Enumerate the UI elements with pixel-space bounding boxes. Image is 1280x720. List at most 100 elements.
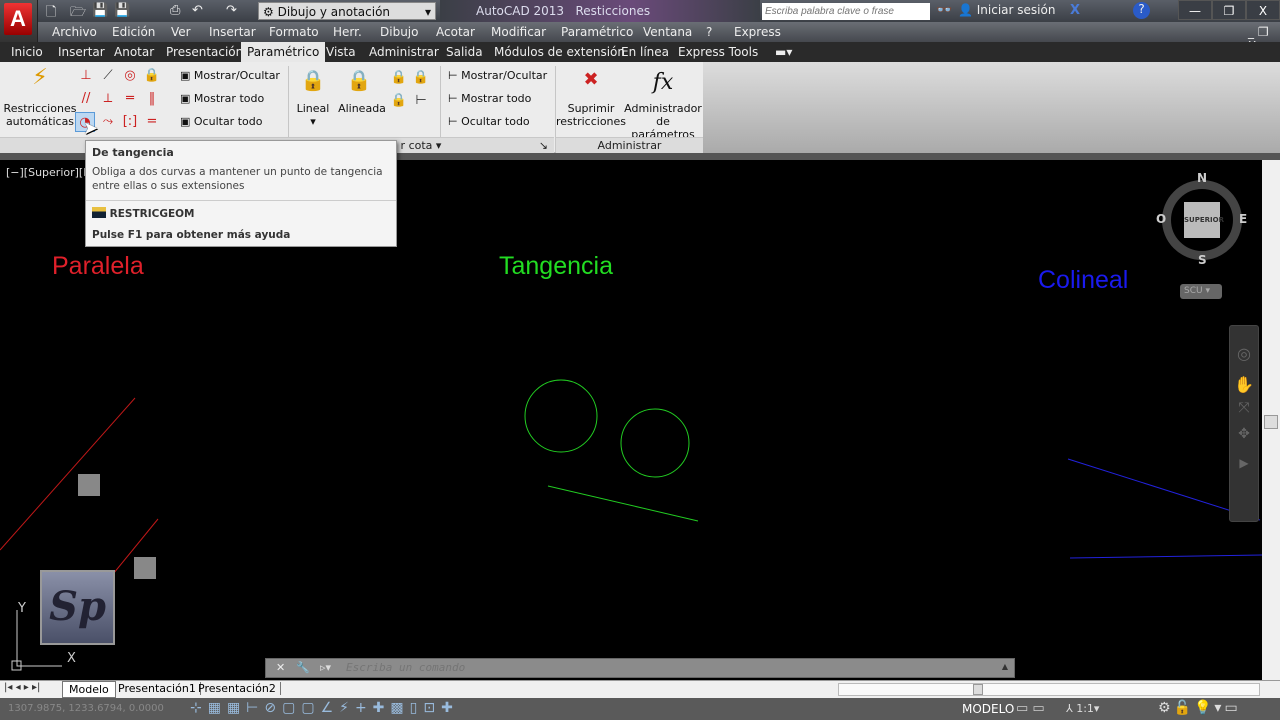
menu-edicion[interactable]: Edición	[112, 25, 155, 39]
aligned-dim-button[interactable]: Alineada	[338, 102, 386, 115]
concentric-icon[interactable]: ◎	[120, 66, 140, 86]
tab-modulos[interactable]: Módulos de extensión	[494, 45, 625, 59]
ucs-menu-button[interactable]: SCU ▾	[1180, 284, 1222, 299]
sign-in-button[interactable]: 👤 Iniciar sesión	[958, 3, 1055, 17]
wrench-icon[interactable]: 🔧	[296, 661, 310, 674]
parallel-constraint-icon[interactable]	[134, 557, 156, 579]
smooth-icon[interactable]: ⤳	[98, 112, 118, 132]
tab-administrar[interactable]: Administrar	[369, 45, 439, 59]
menu-archivo[interactable]: Archivo	[52, 25, 97, 39]
drafting-toggles[interactable]: ⊹▦▦⊢⊘▢▢∠⚡+✚▩▯⊡✚	[190, 700, 459, 716]
menu-herr[interactable]: Herr.	[333, 25, 362, 39]
compass-o[interactable]: O	[1156, 212, 1166, 226]
geo-show-hide-button[interactable]: ▣ Mostrar/Ocultar	[180, 69, 280, 82]
tab-en-linea[interactable]: En línea	[621, 45, 669, 59]
parallel-icon[interactable]: //	[76, 89, 96, 109]
dim-show-all-button[interactable]: ⊢ Mostrar todo	[448, 92, 531, 105]
angular-dim-icon[interactable]: 🔒	[389, 91, 409, 111]
orbit-icon[interactable]: ✥	[1230, 426, 1258, 442]
save-icon[interactable]: 💾	[92, 3, 108, 18]
showmotion-icon[interactable]: ▶	[1230, 456, 1258, 470]
equal-icon[interactable]: =	[142, 112, 162, 132]
ribbon-options-icon[interactable]: ▬▾	[775, 45, 792, 59]
layout-view-icons[interactable]: ▭ ▭	[1016, 701, 1045, 716]
tab-vista[interactable]: Vista	[326, 45, 356, 59]
radial-dim-icon[interactable]: 🔒	[389, 68, 409, 88]
redo-icon[interactable]: ↷	[226, 3, 237, 18]
tangent-line[interactable]	[547, 485, 699, 522]
menu-ver[interactable]: Ver	[171, 25, 191, 39]
menu-modificar[interactable]: Modificar	[491, 25, 546, 39]
tab-insertar[interactable]: Insertar	[58, 45, 105, 59]
tab-salida[interactable]: Salida	[446, 45, 483, 59]
menu-ventana[interactable]: Ventana	[643, 25, 692, 39]
dim-show-hide-button[interactable]: ⊢ Mostrar/Ocultar	[448, 69, 547, 82]
viewcube-face[interactable]: SUPERIOR	[1184, 202, 1224, 238]
save-as-icon[interactable]: 💾	[114, 3, 130, 18]
fix-icon[interactable]: 🔒	[142, 66, 162, 86]
navigation-bar[interactable]: ◎ ✋ ⤧ ✥ ▶	[1229, 325, 1259, 522]
plot-icon[interactable]: ⎙	[170, 3, 180, 18]
tab-presentacion[interactable]: Presentación	[166, 45, 243, 59]
menu-parametrico[interactable]: Paramétrico	[561, 25, 633, 39]
zoom-icon[interactable]: ⤧	[1230, 400, 1258, 416]
steering-wheel-icon[interactable]: ◎	[1230, 344, 1258, 363]
menu-help[interactable]: ?	[706, 25, 712, 39]
annotation-scale[interactable]: ⅄ 1:1▾	[1066, 702, 1099, 715]
diameter-dim-icon[interactable]: 🔒	[411, 68, 431, 88]
delete-constraints-button[interactable]: Suprimir restricciones	[556, 102, 626, 128]
collinear-icon[interactable]: ⟋	[98, 66, 118, 86]
close-command-icon[interactable]: ✕	[276, 661, 285, 674]
parallel-constraint-icon[interactable]	[78, 474, 100, 496]
linear-dim-button[interactable]: Lineal ▾	[296, 102, 330, 128]
exchange-icon[interactable]: X	[1070, 3, 1080, 18]
horizontal-icon[interactable]: ═	[120, 89, 140, 109]
status-tray-icons[interactable]: ⚙🔓💡▾▭	[1158, 700, 1241, 716]
vertical-scrollbar[interactable]	[1262, 160, 1280, 680]
layout-tab-presentacion1[interactable]: Presentación1	[114, 682, 201, 695]
vertical-icon[interactable]: ‖	[142, 89, 162, 109]
tab-navigation-arrows[interactable]: |◂ ◂ ▸ ▸|	[4, 682, 40, 693]
minimize-button[interactable]: —	[1178, 0, 1212, 20]
geo-hide-all-button[interactable]: ▣ Ocultar todo	[180, 115, 262, 128]
collinear-line-2[interactable]	[1069, 554, 1262, 559]
menu-dibujo[interactable]: Dibujo	[380, 25, 418, 39]
command-line[interactable]: ✕ 🔧 ▹▾ ▲	[265, 658, 1015, 678]
menu-insertar[interactable]: Insertar	[209, 25, 256, 39]
menu-formato[interactable]: Formato	[269, 25, 319, 39]
geo-show-all-button[interactable]: ▣ Mostrar todo	[180, 92, 264, 105]
dim-hide-all-button[interactable]: ⊢ Ocultar todo	[448, 115, 530, 128]
restore-button[interactable]: ❐	[1212, 0, 1246, 20]
tab-inicio[interactable]: Inicio	[11, 45, 43, 59]
parallel-line-1[interactable]	[0, 397, 136, 551]
tab-parametrico[interactable]: Paramétrico	[241, 42, 326, 62]
scroll-thumb[interactable]	[1264, 415, 1278, 429]
horizontal-scrollbar[interactable]	[838, 683, 1260, 696]
tab-anotar[interactable]: Anotar	[114, 45, 154, 59]
command-prompt-icon[interactable]: ▹▾	[320, 661, 331, 674]
tab-express-tools[interactable]: Express Tools	[678, 45, 758, 59]
parameters-manager-button[interactable]: Administrador de parámetros	[624, 102, 702, 141]
tangent-circle-1[interactable]	[524, 379, 598, 453]
auto-constrain-button[interactable]: Restricciones automáticas	[2, 102, 78, 128]
close-button[interactable]: X	[1246, 0, 1280, 20]
command-history-icon[interactable]: ▲	[1002, 662, 1008, 671]
help-search-input[interactable]	[762, 3, 930, 20]
tangent-circle-2[interactable]	[620, 408, 690, 478]
workspace-select[interactable]: ⚙ Dibujo y anotación ▾	[258, 2, 436, 20]
layout-tab-modelo[interactable]: Modelo	[62, 681, 116, 698]
hscroll-thumb[interactable]	[973, 684, 983, 695]
compass-n[interactable]: N	[1197, 171, 1207, 185]
layout-tab-presentacion2[interactable]: Presentación2	[194, 682, 281, 695]
command-input[interactable]	[346, 661, 946, 674]
help-button[interactable]: ?	[1133, 2, 1150, 19]
menu-acotar[interactable]: Acotar	[436, 25, 475, 39]
compass-e[interactable]: E	[1239, 212, 1247, 226]
symmetric-icon[interactable]: [:]	[120, 112, 140, 132]
convert-dim-icon[interactable]: ⊢	[411, 91, 431, 111]
model-space-button[interactable]: MODELO	[962, 702, 1014, 716]
compass-s[interactable]: S	[1198, 253, 1207, 267]
binoculars-icon[interactable]: 👓	[936, 3, 952, 18]
coincident-icon[interactable]: ⊥	[76, 66, 96, 86]
undo-icon[interactable]: ↶	[192, 3, 203, 18]
